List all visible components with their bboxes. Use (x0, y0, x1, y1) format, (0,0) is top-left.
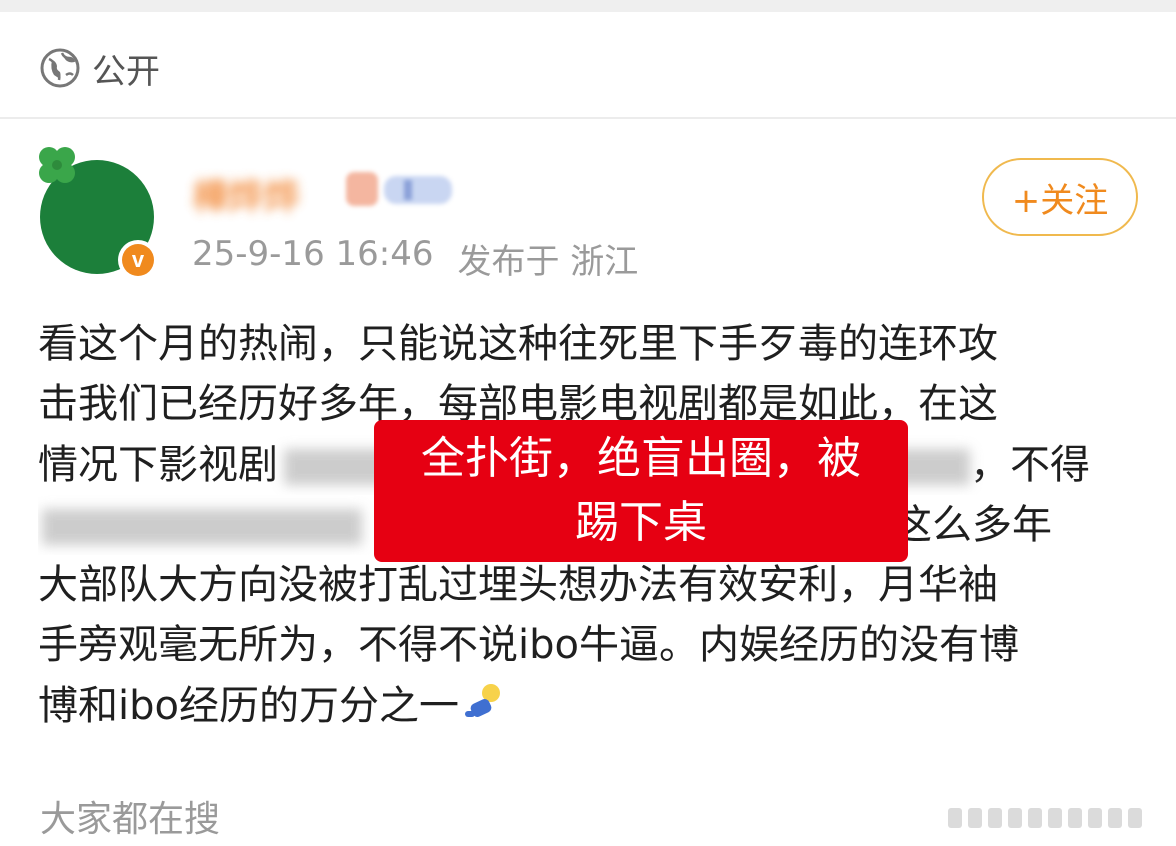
name-sticker-icon (346, 172, 452, 206)
overlay-line-2: 踢下桌 (575, 497, 707, 548)
post-line: 看这个月的热闹，只能说这种往死里下手歹毒的连环攻 (38, 321, 998, 367)
post-line: 大部队大方向没被打乱过埋头想办法有效安利，月华袖 (38, 562, 998, 609)
post-date: 25-9-16 16:46 (192, 234, 434, 274)
overlay-caption: 全扑街，绝盲出圈，被 踢下桌 (374, 420, 908, 562)
post-location: 发布于 浙江 (457, 242, 639, 282)
follow-button[interactable]: +关注 (982, 158, 1138, 236)
verified-badge-icon: v (118, 240, 158, 280)
search-section-title: 大家都在搜 (40, 799, 221, 840)
visibility-label: 公开 (92, 51, 160, 92)
redacted-text (42, 508, 362, 545)
top-strip (0, 0, 1176, 12)
watermark (948, 808, 1142, 828)
post-line: 博和ibo经历的万分之一 (38, 676, 1138, 736)
post-line: 手旁观毫无所为，不得不说ibo牛逼。内娱经历的没有博 (38, 622, 1019, 669)
author-name[interactable]: 樺烨烨 (192, 168, 300, 218)
overlay-line-1: 全扑街，绝盲出圈，被 (421, 433, 861, 484)
visibility-indicator: 公开 (40, 44, 160, 92)
doll-emoji-icon (464, 683, 500, 717)
clover-icon (39, 147, 75, 183)
globe-icon (40, 48, 80, 88)
verified-badge-mark: v (122, 244, 154, 276)
divider (0, 117, 1176, 119)
post-meta: 25-9-16 16:46 发布于 浙江 (192, 234, 638, 283)
